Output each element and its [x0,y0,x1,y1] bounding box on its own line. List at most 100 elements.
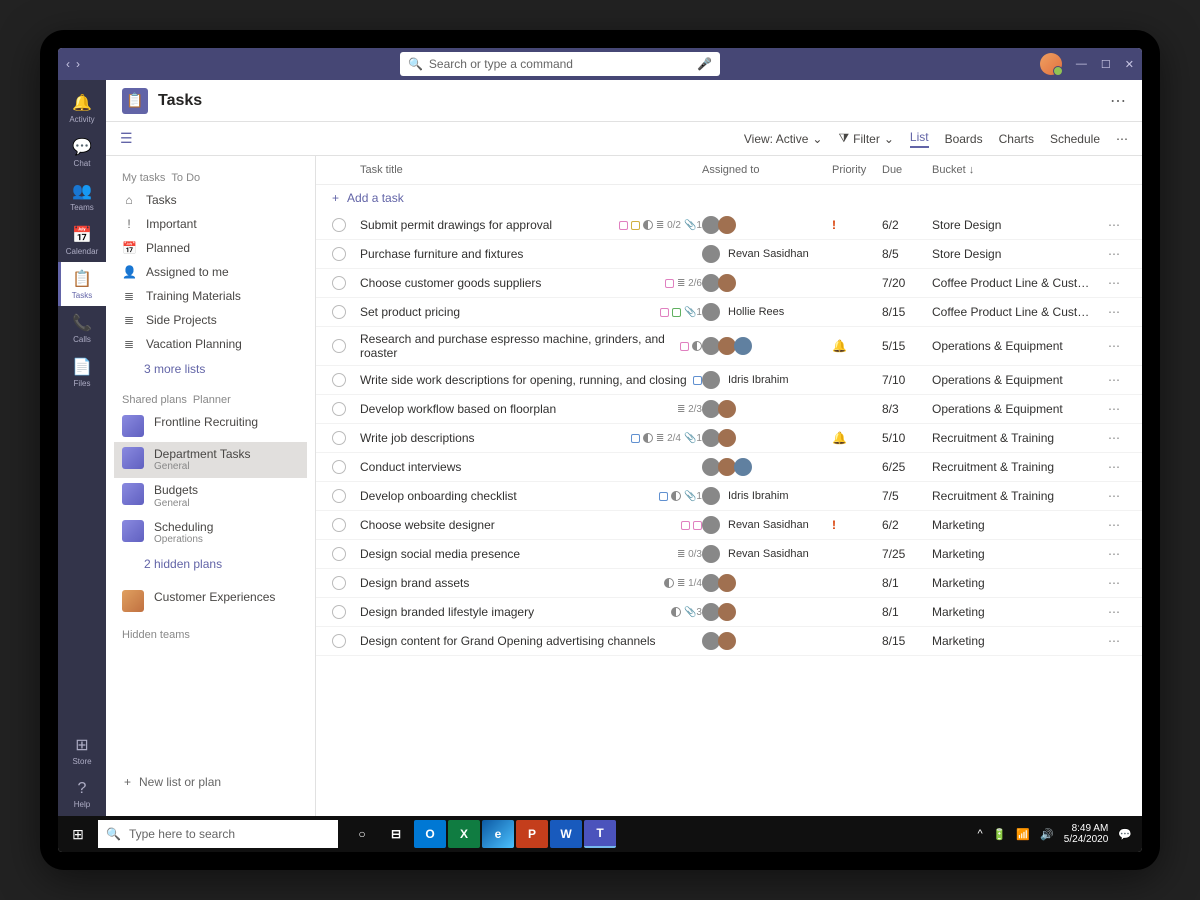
sidebar-item[interactable]: ≣Vacation Planning [114,332,307,356]
complete-checkbox[interactable] [332,276,346,290]
word-app[interactable]: W [550,820,582,848]
user-avatar[interactable] [1040,53,1062,75]
row-more-icon[interactable]: ⋯ [1102,339,1126,353]
row-more-icon[interactable]: ⋯ [1102,402,1126,416]
rail-tasks[interactable]: 📋Tasks [58,262,106,306]
row-more-icon[interactable]: ⋯ [1102,605,1126,619]
volume-icon[interactable]: 🔊 [1040,828,1054,841]
plan-item[interactable]: Frontline Recruiting [114,410,307,442]
task-row[interactable]: Purchase furniture and fixtures Revan Sa… [316,240,1142,269]
maximize-button[interactable]: ☐ [1101,58,1111,71]
task-row[interactable]: Conduct interviews 6/25 Recruitment & Tr… [316,453,1142,482]
tab-schedule[interactable]: Schedule [1050,132,1100,146]
task-row[interactable]: Submit permit drawings for approval≣ 0/2… [316,211,1142,240]
toolbar-more-icon[interactable]: ⋯ [1116,132,1128,146]
view-dropdown[interactable]: View: Active ⌄ [744,132,823,146]
new-list-button[interactable]: +New list or plan [114,765,307,799]
col-priority[interactable]: Priority [832,164,882,176]
task-row[interactable]: Choose website designer Revan Sasidhan !… [316,511,1142,540]
task-row[interactable]: Research and purchase espresso machine, … [316,327,1142,366]
task-row[interactable]: Choose customer goods suppliers≣ 2/6 7/2… [316,269,1142,298]
row-more-icon[interactable]: ⋯ [1102,576,1126,590]
complete-checkbox[interactable] [332,605,346,619]
rail-chat[interactable]: 💬Chat [58,130,106,174]
add-task-row[interactable]: + Add a task [316,185,1142,211]
complete-checkbox[interactable] [332,305,346,319]
task-row[interactable]: Write side work descriptions for opening… [316,366,1142,395]
task-row[interactable]: Design content for Grand Opening adverti… [316,627,1142,656]
sidebar-item[interactable]: ≣Side Projects [114,308,307,332]
tray-chevron-icon[interactable]: ^ [978,828,983,840]
taskview-icon[interactable]: ⊟ [380,820,412,848]
complete-checkbox[interactable] [332,431,346,445]
col-due[interactable]: Due [882,164,932,176]
row-more-icon[interactable]: ⋯ [1102,634,1126,648]
complete-checkbox[interactable] [332,218,346,232]
task-row[interactable]: Design social media presence≣ 0/3 Revan … [316,540,1142,569]
complete-checkbox[interactable] [332,373,346,387]
teams-app[interactable]: T [584,820,616,848]
excel-app[interactable]: X [448,820,480,848]
rail-teams[interactable]: 👥Teams [58,174,106,218]
edge-app[interactable]: e [482,820,514,848]
mic-icon[interactable]: 🎤 [697,57,712,71]
col-bucket[interactable]: Bucket ↓ [932,164,1102,176]
minimize-button[interactable]: — [1076,58,1087,70]
sidebar-item[interactable]: 👤Assigned to me [114,260,307,284]
hamburger-icon[interactable]: ☰ [120,130,133,147]
row-more-icon[interactable]: ⋯ [1102,547,1126,561]
customer-experiences[interactable]: Customer Experiences [114,585,307,617]
row-more-icon[interactable]: ⋯ [1102,373,1126,387]
col-assigned[interactable]: Assigned to [702,164,832,176]
row-more-icon[interactable]: ⋯ [1102,276,1126,290]
cortana-icon[interactable]: ○ [346,820,378,848]
battery-icon[interactable]: 🔋 [993,828,1007,841]
complete-checkbox[interactable] [332,489,346,503]
task-row[interactable]: Set product pricing📎1 Hollie Rees 8/15 C… [316,298,1142,327]
task-row[interactable]: Write job descriptions≣ 2/4📎1 🔔 5/10 Rec… [316,424,1142,453]
tab-charts[interactable]: Charts [999,132,1034,146]
nav-forward-icon[interactable]: › [76,57,80,71]
hidden-plans-link[interactable]: 2 hidden plans [114,551,307,577]
header-more-icon[interactable]: ⋯ [1110,91,1126,111]
more-lists-link[interactable]: 3 more lists [114,356,307,382]
row-more-icon[interactable]: ⋯ [1102,218,1126,232]
notifications-icon[interactable]: 💬 [1118,828,1132,841]
plan-item[interactable]: BudgetsGeneral [114,478,307,514]
row-more-icon[interactable]: ⋯ [1102,460,1126,474]
task-row[interactable]: Design branded lifestyle imagery📎3 8/1 M… [316,598,1142,627]
outlook-app[interactable]: O [414,820,446,848]
col-title[interactable]: Task title [356,164,702,176]
complete-checkbox[interactable] [332,402,346,416]
row-more-icon[interactable]: ⋯ [1102,305,1126,319]
sidebar-item[interactable]: 📅Planned [114,236,307,260]
start-button[interactable]: ⊞ [58,826,98,843]
close-button[interactable]: ✕ [1125,58,1134,71]
search-input[interactable]: 🔍 Search or type a command 🎤 [400,52,720,76]
sidebar-item[interactable]: ⌂Tasks [114,188,307,212]
rail-files[interactable]: 📄Files [58,350,106,394]
tab-boards[interactable]: Boards [945,132,983,146]
nav-back-icon[interactable]: ‹ [66,57,70,71]
wifi-icon[interactable]: 📶 [1016,828,1030,841]
complete-checkbox[interactable] [332,460,346,474]
filter-dropdown[interactable]: ⧩ Filter ⌄ [838,131,893,146]
complete-checkbox[interactable] [332,247,346,261]
complete-checkbox[interactable] [332,576,346,590]
rail-calls[interactable]: 📞Calls [58,306,106,350]
complete-checkbox[interactable] [332,339,346,353]
rail-store[interactable]: ⊞Store [58,728,106,772]
rail-calendar[interactable]: 📅Calendar [58,218,106,262]
rail-help[interactable]: ?Help [58,772,106,816]
complete-checkbox[interactable] [332,634,346,648]
task-row[interactable]: Develop onboarding checklist📎1 Idris Ibr… [316,482,1142,511]
plan-item[interactable]: Department TasksGeneral [114,442,307,478]
row-more-icon[interactable]: ⋯ [1102,431,1126,445]
task-row[interactable]: Develop workflow based on floorplan≣ 2/3… [316,395,1142,424]
plan-item[interactable]: SchedulingOperations [114,515,307,551]
row-more-icon[interactable]: ⋯ [1102,489,1126,503]
complete-checkbox[interactable] [332,547,346,561]
windows-search[interactable]: 🔍Type here to search [98,820,338,848]
rail-activity[interactable]: 🔔Activity [58,86,106,130]
tab-list[interactable]: List [910,130,929,148]
